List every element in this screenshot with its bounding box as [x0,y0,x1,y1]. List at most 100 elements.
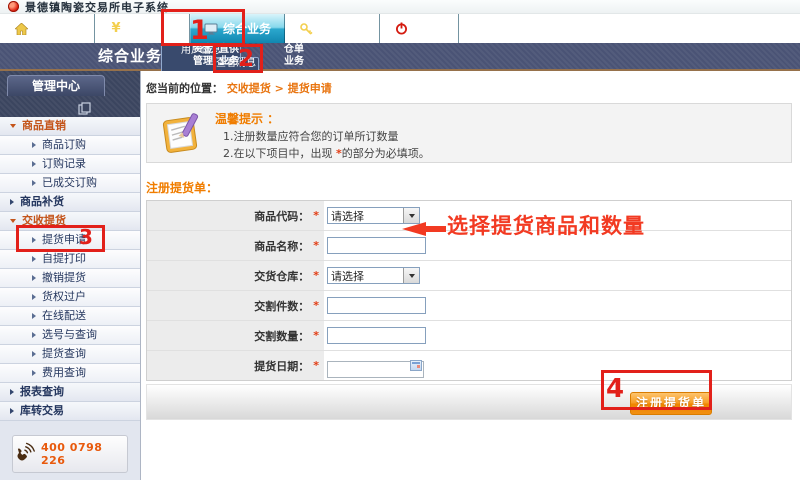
form-row-delivery-pieces: 交割件数：* [147,291,791,321]
pickup-registration-form: 商品代码：* 请选择 商品名称：* 交货仓库：* 请选择 [146,200,792,381]
sidebar-item-self-pickup-print[interactable]: 自提打印 [0,250,140,269]
field-label: 交货仓库：* [147,261,324,290]
notice-line-2-text: 的部分为必填项。 [342,147,430,160]
menu-item-market-home[interactable]: 市场主页 [0,14,95,43]
sidebar-item-ownership-transfer[interactable]: 货权过户 [0,288,140,307]
form-footer-bar: 注册提货单 [146,384,792,420]
sidebar-header: 管理中心 [0,71,140,117]
notice-panel: 温馨提示 ： 1.注册数量应符合您的订单所订数量 2.在以下项目中，出现 *的部… [146,103,792,163]
select-value: 请选择 [328,268,403,284]
sidebar-item-order-records[interactable]: 订购记录 [0,155,140,174]
sidebar-item-product-order[interactable]: 商品订购 [0,136,140,155]
chevron-right-icon [10,408,14,414]
sidebar-item-fee-query[interactable]: 费用查询 [0,364,140,383]
chevron-down-icon [10,219,16,223]
tab-label-line: 业务 [274,56,314,68]
notice-line-2: 2.在以下项目中，出现 *的部分为必填项。 [223,145,430,161]
yen-icon: ¥ [109,22,123,35]
required-asterisk: * [313,329,319,342]
field-label: 提货日期：* [147,351,324,380]
form-row-delivery-quantity: 交割数量：* [147,321,791,351]
field-cell [324,351,791,380]
chevron-right-icon [32,351,36,357]
subnav-tab-direct-supply-business[interactable]: 直供 业务 [209,44,249,68]
collapse-panel-icon[interactable] [78,100,91,119]
product-name-input[interactable] [327,237,426,254]
sidebar-group-warehouse-transfer-trade[interactable]: 库转交易 [0,402,140,421]
sidebar: 管理中心 商品直销 商品订购 订购记录 已成交订购 商品补货 交收提货 提货申请… [0,71,141,480]
sub-nav-bar: 用户信息 查看消息 综合业务 资金 管理 直供 业务 仓单 业务 [0,43,800,71]
sidebar-item-online-delivery[interactable]: 在线配送 [0,307,140,326]
sidebar-menu: 商品直销 商品订购 订购记录 已成交订购 商品补货 交收提货 提货申请 自提打印… [0,117,140,421]
hotline-panel: 400 0798 226 [12,435,128,473]
sidebar-item-label: 提货申请 [42,231,86,249]
chevron-right-icon [32,332,36,338]
sidebar-item-label: 在线配送 [42,307,86,325]
sidebar-item-number-selection-query[interactable]: 选号与查询 [0,326,140,345]
tab-label-line: 业务 [209,56,249,68]
calendar-icon[interactable] [410,360,422,371]
form-heading: 注册提货单： [146,179,800,196]
sidebar-group-report-query[interactable]: 报表查询 [0,383,140,402]
chevron-right-icon [32,275,36,281]
subnav-section-title: 综合业务 [96,43,164,69]
chevron-right-icon [10,199,14,205]
chevron-right-icon [32,237,36,243]
field-cell [324,321,791,350]
sidebar-item-label: 交收提货 [22,212,66,230]
field-cell: 请选择 [324,261,791,290]
menu-item-label: 修改密码 [318,20,366,37]
sidebar-item-label: 货权过户 [42,288,86,306]
dropdown-arrow-icon [403,208,419,223]
notice-line-2-text: 2.在以下项目中，出现 [223,147,336,160]
clipboard-pencil-icon [161,111,207,159]
notice-line-1: 1.注册数量应符合您的订单所订数量 [223,128,399,144]
hotline-number: 400 0798 226 [41,441,127,467]
menu-item-direct-supply[interactable]: ¥ 直供系统 [95,14,190,43]
dropdown-arrow-icon [403,268,419,283]
sidebar-item-completed-orders[interactable]: 已成交订购 [0,174,140,193]
delivery-warehouse-select[interactable]: 请选择 [327,267,420,284]
form-row-product-name: 商品名称：* [147,231,791,261]
sidebar-item-label: 库转交易 [20,402,64,420]
sidebar-item-label: 费用查询 [42,364,86,382]
field-label: 商品代码：* [147,201,324,230]
menu-item-integrated-business[interactable]: 综合业务 [190,14,285,43]
field-label: 商品名称：* [147,231,324,260]
monitor-icon [204,22,218,35]
top-menu-bar: 市场主页 ¥ 直供系统 综合业务 修改密码 退 出 [0,14,800,43]
breadcrumb: 您当前的位置： 交收提货 > 提货申请 [146,80,800,96]
form-row-product-code: 商品代码：* 请选择 [147,201,791,231]
chevron-right-icon [32,142,36,148]
field-cell [324,231,791,260]
sidebar-tab-management-center[interactable]: 管理中心 [7,75,105,96]
sidebar-item-pickup-query[interactable]: 提货查询 [0,345,140,364]
sidebar-item-cancel-pickup[interactable]: 撤销提货 [0,269,140,288]
chevron-right-icon [32,313,36,319]
sidebar-item-label: 选号与查询 [42,326,97,344]
sidebar-item-label: 自提打印 [42,250,86,268]
notice-title: 温馨提示 ： [215,110,279,127]
required-asterisk: * [313,359,319,372]
menu-item-logout[interactable]: 退 出 [380,14,459,43]
delivery-quantity-input[interactable] [327,327,426,344]
sidebar-item-label: 已成交订购 [42,174,97,192]
menu-item-label: 退 出 [413,20,445,37]
pickup-date-field [327,357,424,374]
sidebar-group-product-restock[interactable]: 商品补货 [0,193,140,212]
sidebar-group-delivery-pickup[interactable]: 交收提货 [0,212,140,231]
sidebar-item-label: 提货查询 [42,345,86,363]
menu-item-label: 市场主页 [33,20,81,37]
sidebar-item-pickup-application[interactable]: 提货申请 [0,231,140,250]
sidebar-item-label: 报表查询 [20,383,64,401]
subnav-tab-warehouse-receipt-business[interactable]: 仓单 业务 [274,44,314,68]
menu-item-change-password[interactable]: 修改密码 [285,14,380,43]
register-pickup-button[interactable]: 注册提货单 [630,392,712,415]
breadcrumb-path[interactable]: 交收提货 > 提货申请 [227,82,332,95]
chevron-right-icon [32,294,36,300]
key-icon [299,22,313,35]
chevron-right-icon [32,161,36,167]
sidebar-group-product-direct-sale[interactable]: 商品直销 [0,117,140,136]
product-code-select[interactable]: 请选择 [327,207,420,224]
delivery-pieces-input[interactable] [327,297,426,314]
